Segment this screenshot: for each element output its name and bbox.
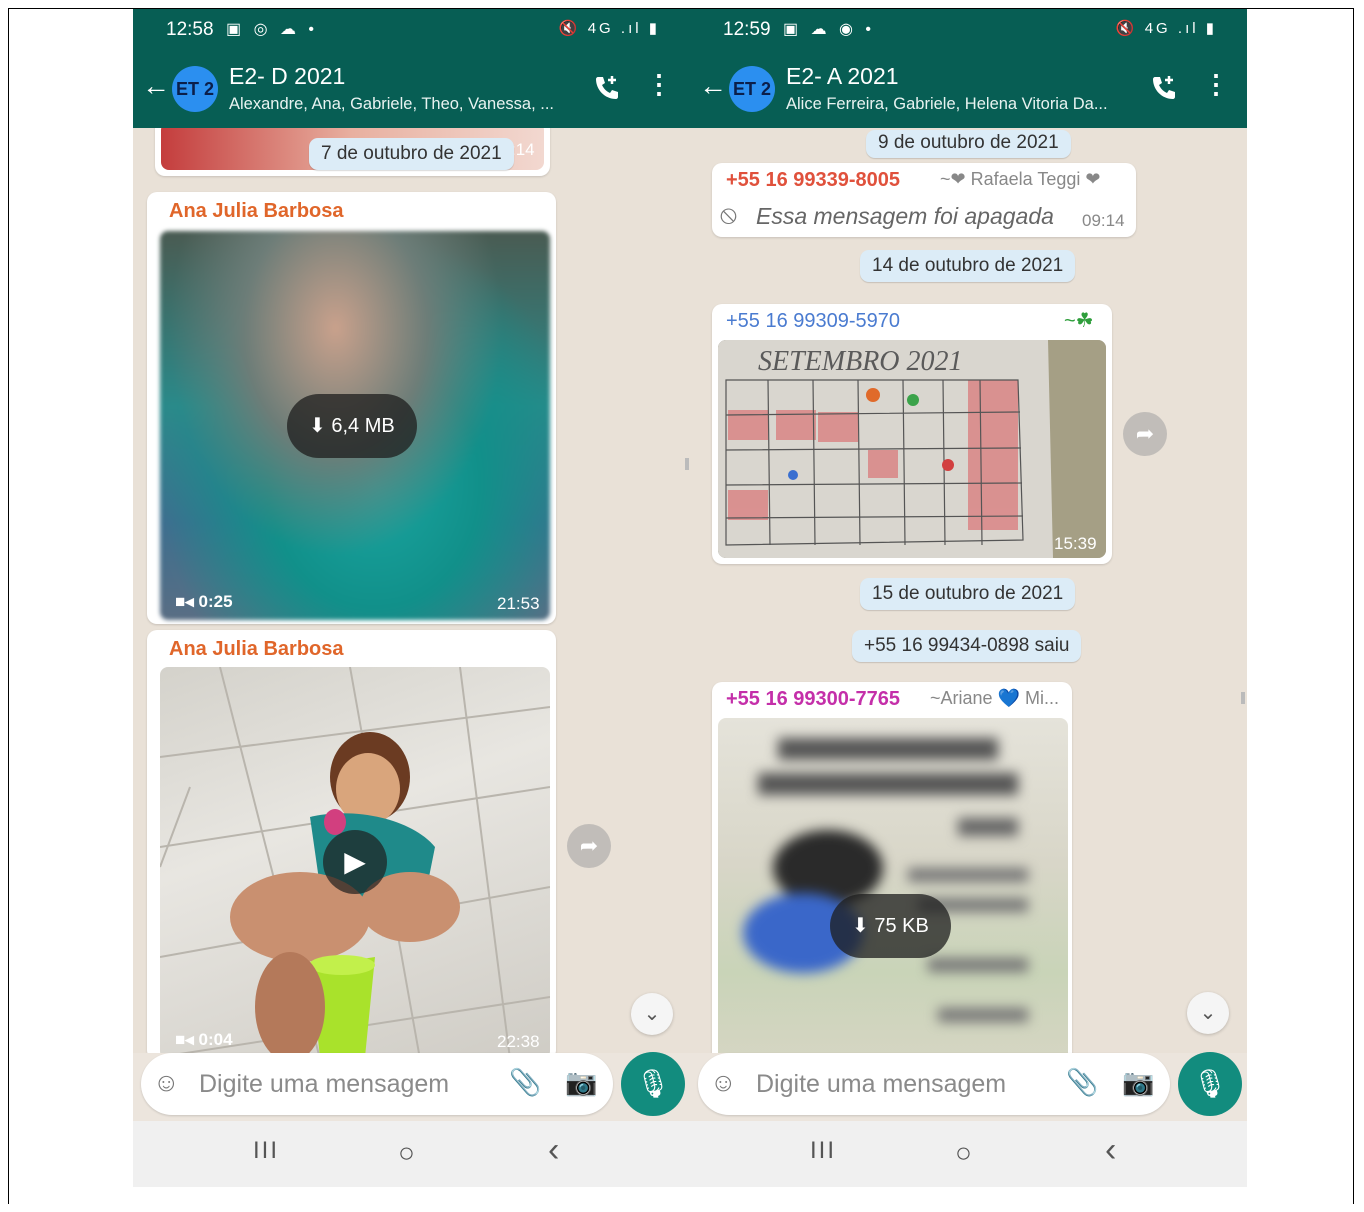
message-time: 15:39 (1054, 534, 1097, 553)
status-notification-icons: ▣ ☁ ◉ • (783, 21, 876, 38)
calendar-drawing: SETEMBRO 2021 (718, 340, 1106, 558)
home-icon[interactable]: ○ (955, 1137, 972, 1169)
download-button[interactable]: ⬇ 6,4 MB (287, 394, 417, 458)
blurred-poster (743, 738, 1028, 1022)
sender-phone: +55 16 99309-5970 (726, 310, 901, 332)
group-members[interactable]: Alexandre, Ana, Gabriele, Theo, Vanessa,… (229, 95, 574, 114)
video-camera-icon: ■◂ (175, 1030, 199, 1049)
date-pill: 7 de outubro de 2021 (309, 138, 514, 170)
scroll-indicator (685, 458, 689, 470)
mic-button[interactable]: 🎙 (1178, 1052, 1242, 1116)
message-bubble[interactable]: Ana Julia Barbosa ⬇ 6,4 MB ■◂ 0:25 21:53 (147, 192, 556, 624)
message-bubble[interactable]: +55 16 99300-7765 ~Ariane 💙 Mi... ⬇ 75 K… (712, 682, 1072, 1053)
group-avatar[interactable]: ET 2 (172, 66, 218, 112)
download-arrow-icon: ⬇ (309, 415, 326, 437)
blocked-icon: ⦸ (720, 199, 737, 229)
sender-push-name: ~Ariane 💙 Mi... (930, 688, 1059, 708)
sender-push-name: ~☘ (1064, 310, 1094, 332)
back-arrow-icon[interactable]: ← (699, 71, 727, 101)
download-arrow-icon: ⬇ (852, 915, 869, 937)
deleted-text: Essa mensagem foi apagada (756, 203, 1054, 229)
camera-icon[interactable]: 📷 (1122, 1067, 1154, 1098)
deleted-message-bubble[interactable]: +55 16 99339-8005 ~❤ Rafaela Teggi ❤ ⦸ E… (712, 163, 1136, 237)
image-message-bubble[interactable]: +55 16 99309-5970 ~☘ SETEMBRO 2021 15:39 (712, 304, 1112, 564)
sender-phone: +55 16 99300-7765 (726, 688, 901, 710)
forward-icon[interactable]: ➦ (1123, 412, 1167, 456)
partial-time: :14 (511, 140, 535, 159)
back-arrow-icon[interactable]: ← (142, 71, 170, 101)
nav-back-icon[interactable]: ‹ (1105, 1131, 1116, 1170)
video-duration: ■◂ 0:04 (175, 1030, 233, 1050)
duration-text: 0:25 (198, 592, 233, 611)
mic-icon: 🎙 (635, 1068, 671, 1099)
chat-header: ← ET 2 E2- A 2021 Alice Ferreira, Gabrie… (690, 51, 1247, 128)
group-title[interactable]: E2- D 2021 (229, 63, 345, 90)
message-input[interactable]: Digite uma mensagem (199, 1070, 449, 1099)
message-bubble[interactable]: Ana Julia Barbosa ▶ ■◂ 0:04 22:38 (147, 630, 556, 1053)
chat-header: ← ET 2 E2- D 2021 Alexandre, Ana, Gabrie… (133, 51, 690, 128)
camera-icon[interactable]: 📷 (565, 1067, 597, 1098)
mic-button[interactable]: 🎙 (621, 1052, 685, 1116)
emoji-icon[interactable]: ☺ (153, 1067, 180, 1098)
nav-back-icon[interactable]: ‹ (548, 1131, 559, 1170)
status-bar: 12:58 ▣ ◎ ☁ • 🔇 4G .ıl ▮ (133, 9, 690, 51)
recent-apps-icon[interactable]: III (253, 1137, 279, 1165)
status-time: 12:58 (166, 19, 214, 40)
status-system-icons: 🔇 4G .ıl ▮ (1115, 20, 1217, 37)
more-options-icon[interactable]: ⋮ (1203, 69, 1229, 100)
scroll-indicator (1241, 692, 1245, 704)
date-pill: 9 de outubro de 2021 (866, 130, 1071, 158)
recent-apps-icon[interactable]: III (810, 1137, 836, 1165)
group-avatar[interactable]: ET 2 (729, 66, 775, 112)
chat-area[interactable]: :14 7 de outubro de 2021 Ana Julia Barbo… (133, 128, 690, 1053)
date-pill: 14 de outubro de 2021 (860, 250, 1076, 282)
phone-screen-left: 12:58 ▣ ◎ ☁ • 🔇 4G .ıl ▮ ← ET 2 E2- D 20… (133, 9, 690, 1187)
message-input-bar[interactable]: ☺ Digite uma mensagem 📎 📷 (698, 1053, 1170, 1115)
status-system-icons: 🔇 4G .ıl ▮ (558, 20, 660, 37)
system-message: +55 16 99434-0898 saiu (852, 630, 1082, 662)
group-title[interactable]: E2- A 2021 (786, 63, 899, 90)
phone-add-icon[interactable] (1149, 73, 1179, 110)
system-nav-bar: III ○ ‹ (690, 1121, 1247, 1187)
video-camera-icon: ■◂ (175, 592, 199, 611)
scroll-down-icon[interactable]: ⌄ (1187, 992, 1229, 1034)
message-time: 22:38 (497, 1032, 540, 1051)
video-duration: ■◂ 0:25 (175, 592, 233, 612)
emoji-icon[interactable]: ☺ (710, 1067, 737, 1098)
chat-area[interactable]: 9 de outubro de 2021 +55 16 99339-8005 ~… (690, 128, 1247, 1053)
group-members[interactable]: Alice Ferreira, Gabriele, Helena Vitoria… (786, 95, 1131, 114)
sender-push-name: ~❤ Rafaela Teggi ❤ (940, 169, 1101, 189)
sender-name: Ana Julia Barbosa (169, 638, 344, 660)
calendar-drawing-image[interactable]: SETEMBRO 2021 (718, 340, 1106, 558)
blurred-image-thumbnail[interactable] (718, 718, 1068, 1053)
scroll-down-icon[interactable]: ⌄ (631, 993, 673, 1035)
message-time: 21:53 (497, 594, 540, 613)
phone-screen-right: 12:59 ▣ ☁ ◉ • 🔇 4G .ıl ▮ ← ET 2 E2- A 20… (690, 9, 1247, 1187)
status-notification-icons: ▣ ◎ ☁ • (226, 21, 319, 38)
forward-icon[interactable]: ➦ (567, 824, 611, 868)
phone-add-icon[interactable] (592, 73, 622, 110)
file-size: 75 KB (874, 915, 929, 937)
message-input-bar[interactable]: ☺ Digite uma mensagem 📎 📷 (141, 1053, 613, 1115)
duration-text: 0:04 (198, 1030, 233, 1049)
play-button[interactable]: ▶ (323, 830, 387, 894)
message-time: 09:14 (1082, 211, 1125, 230)
calendar-heading: SETEMBRO 2021 (758, 346, 963, 377)
date-pill: 15 de outubro de 2021 (860, 578, 1076, 610)
file-size: 6,4 MB (331, 415, 395, 437)
message-input[interactable]: Digite uma mensagem (756, 1070, 1006, 1099)
status-time: 12:59 (723, 19, 771, 40)
status-bar: 12:59 ▣ ☁ ◉ • 🔇 4G .ıl ▮ (690, 9, 1247, 51)
attach-icon[interactable]: 📎 (1066, 1067, 1098, 1098)
more-options-icon[interactable]: ⋮ (646, 69, 672, 100)
sender-phone: +55 16 99339-8005 (726, 169, 901, 191)
download-button[interactable]: ⬇ 75 KB (830, 894, 951, 958)
home-icon[interactable]: ○ (398, 1137, 415, 1169)
mic-icon: 🎙 (1192, 1068, 1228, 1099)
sender-name: Ana Julia Barbosa (169, 200, 344, 222)
attach-icon[interactable]: 📎 (509, 1067, 541, 1098)
system-nav-bar: III ○ ‹ (133, 1121, 690, 1187)
